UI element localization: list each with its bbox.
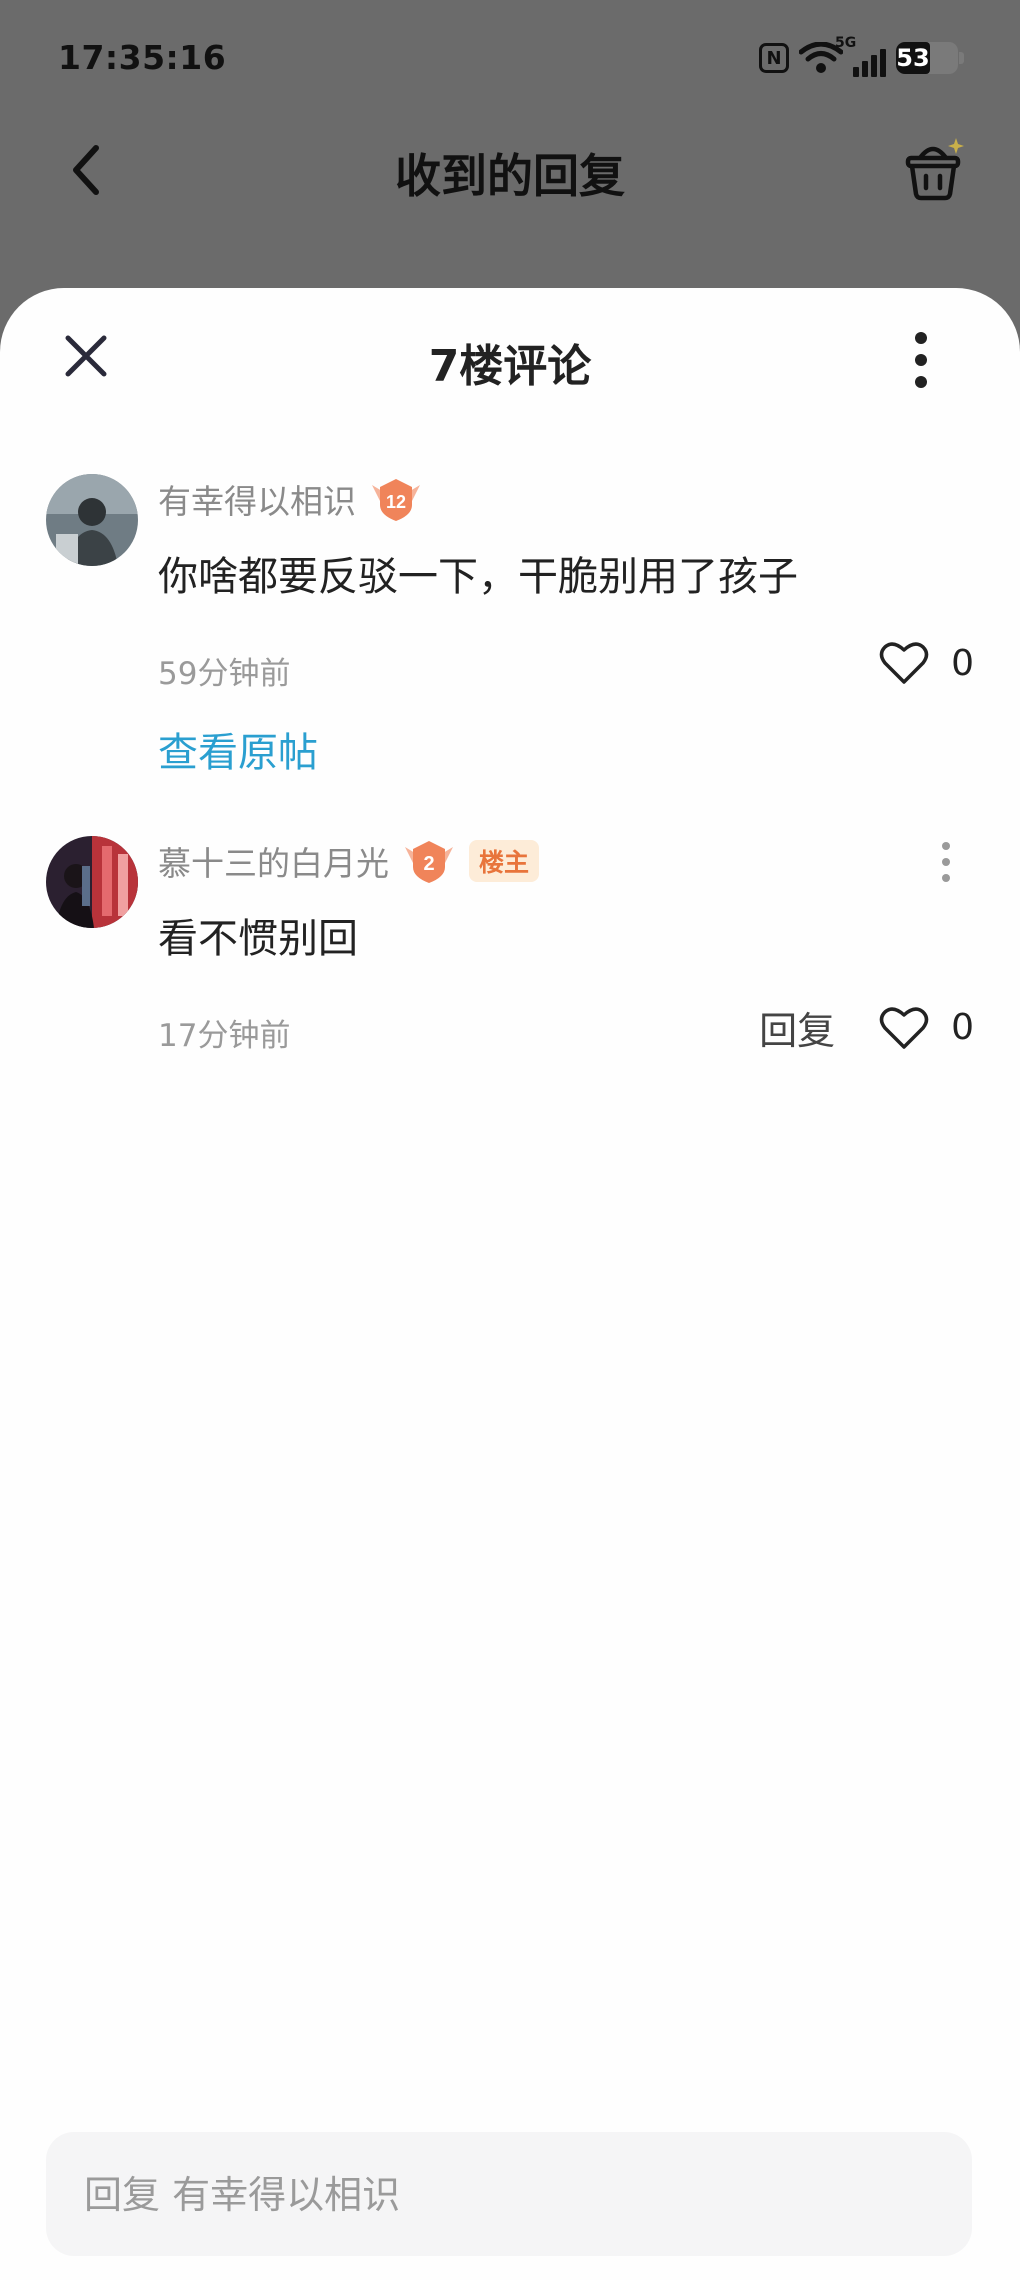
level-badge-icon: 12 xyxy=(372,479,420,521)
level-badge-icon: 2 xyxy=(405,841,453,883)
heart-icon[interactable] xyxy=(879,640,929,686)
like-group: 回复 0 xyxy=(759,1000,974,1055)
view-original-post-link[interactable]: 查看原帖 xyxy=(158,720,318,778)
reply-button[interactable]: 回复 xyxy=(759,1000,835,1055)
comment-content: 看不惯别回 xyxy=(158,916,358,962)
sheet-header: 7楼评论 xyxy=(0,288,1020,428)
owner-tag: 楼主 xyxy=(469,840,540,882)
avatar[interactable] xyxy=(46,836,138,928)
cellular-signal-icon: 5G xyxy=(835,35,886,77)
heart-icon[interactable] xyxy=(879,1005,929,1051)
comment-item: 有幸得以相识 12 你啥都要反驳一下，干脆别用了孩子 59分钟前 0 查看原帖 xyxy=(0,474,1020,794)
comment-sheet: 7楼评论 有幸得以相识 12 你啥都要反驳一下，干脆别用了孩子 59分钟前 0 … xyxy=(0,288,1020,2280)
user-row: 慕十三的白月光 2 楼主 xyxy=(158,836,540,886)
more-options-button[interactable] xyxy=(906,332,936,388)
basket-icon[interactable] xyxy=(900,136,966,202)
comment-time: 59分钟前 xyxy=(158,656,291,692)
network-type: 5G xyxy=(835,35,857,51)
battery-icon: 53 xyxy=(896,42,964,74)
sheet-title: 7楼评论 xyxy=(428,341,592,392)
like-count: 0 xyxy=(951,1007,974,1048)
reply-bar xyxy=(46,2132,972,2258)
username[interactable]: 有幸得以相识 xyxy=(158,475,356,523)
level-number: 2 xyxy=(423,853,434,875)
nfc-icon: N xyxy=(759,43,789,73)
like-count: 0 xyxy=(951,642,974,684)
status-bar: 17:35:16 N 5G 53 xyxy=(0,0,1020,120)
status-time: 17:35:16 xyxy=(58,38,227,77)
like-group: 0 xyxy=(879,640,974,686)
comment-content: 你啥都要反驳一下，干脆别用了孩子 xyxy=(158,554,798,600)
background-header: 收到的回复 xyxy=(0,120,1020,220)
battery-level: 53 xyxy=(896,42,930,74)
user-row: 有幸得以相识 12 xyxy=(158,474,424,524)
reply-input[interactable] xyxy=(82,2132,936,2258)
username[interactable]: 慕十三的白月光 xyxy=(158,837,389,885)
comment-time: 17分钟前 xyxy=(158,1018,291,1054)
comment-more-options[interactable] xyxy=(936,842,956,882)
avatar[interactable] xyxy=(46,474,138,566)
page-title: 收到的回复 xyxy=(395,149,625,203)
comment-item: 慕十三的白月光 2 楼主 看不惯别回 17分钟前 回复 0 xyxy=(0,836,1020,1066)
level-number: 12 xyxy=(386,492,406,512)
status-icons: N 5G 53 xyxy=(759,35,964,78)
